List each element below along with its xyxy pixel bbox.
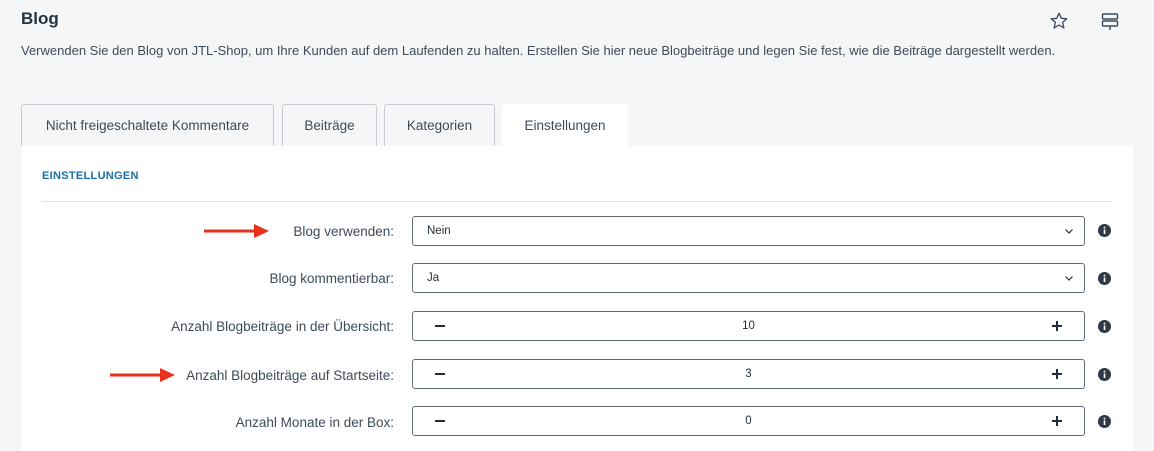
info-icon[interactable] (1098, 272, 1111, 285)
increment-button[interactable] (1039, 360, 1075, 388)
tab-categories[interactable]: Kategorien (384, 104, 495, 146)
anzahl-uebersicht-stepper[interactable]: 10 (412, 311, 1085, 341)
increment-button[interactable] (1039, 407, 1075, 435)
select-value: Nein (427, 225, 451, 237)
row-label-anzahl-uebersicht: Anzahl Blogbeiträge in der Übersicht: (171, 319, 394, 334)
info-icon[interactable] (1098, 320, 1111, 333)
blog-verwenden-select[interactable]: Nein (412, 216, 1085, 246)
increment-button[interactable] (1039, 312, 1075, 340)
row-label-anzahl-monate: Anzahl Monate in der Box: (235, 415, 394, 430)
info-icon[interactable] (1098, 224, 1111, 237)
settings-icon[interactable] (1100, 11, 1120, 31)
page-title: Blog (21, 9, 59, 28)
highlight-arrow-icon (204, 224, 269, 238)
tab-settings[interactable]: Einstellungen (502, 104, 628, 146)
select-value: Ja (427, 272, 440, 284)
row-label-blog-kommentierbar: Blog kommentierbar: (269, 271, 394, 286)
tab-posts[interactable]: Beiträge (282, 104, 377, 146)
highlight-arrow-icon (110, 368, 175, 382)
divider (42, 201, 1112, 202)
stepper-value[interactable]: 0 (473, 415, 1024, 427)
plus-icon (1052, 321, 1062, 331)
plus-icon (1052, 369, 1062, 379)
chevron-down-icon (1065, 276, 1073, 281)
page-description: Verwenden Sie den Blog von JTL-Shop, um … (21, 43, 1056, 58)
anzahl-startseite-stepper[interactable]: 3 (412, 359, 1085, 389)
chevron-down-icon (1065, 229, 1073, 234)
minus-icon (435, 420, 445, 422)
row-label-blog-verwenden: Blog verwenden: (293, 224, 394, 239)
decrement-button[interactable] (422, 407, 458, 435)
anzahl-monate-stepper[interactable]: 0 (412, 406, 1085, 436)
decrement-button[interactable] (422, 312, 458, 340)
settings-panel: EINSTELLUNGEN Blog verwenden: Nein Blog … (21, 146, 1133, 451)
stepper-value[interactable]: 3 (473, 368, 1024, 380)
info-icon[interactable] (1098, 368, 1111, 381)
minus-icon (435, 325, 445, 327)
plus-icon (1052, 416, 1062, 426)
info-icon[interactable] (1098, 415, 1111, 428)
stepper-value[interactable]: 10 (473, 320, 1024, 332)
section-title: EINSTELLUNGEN (42, 170, 139, 182)
decrement-button[interactable] (422, 360, 458, 388)
row-label-anzahl-startseite: Anzahl Blogbeiträge auf Startseite: (186, 368, 394, 383)
star-icon[interactable] (1049, 11, 1069, 31)
tab-comments[interactable]: Nicht freigeschaltete Kommentare (21, 104, 274, 146)
blog-kommentierbar-select[interactable]: Ja (412, 263, 1085, 293)
minus-icon (435, 373, 445, 375)
